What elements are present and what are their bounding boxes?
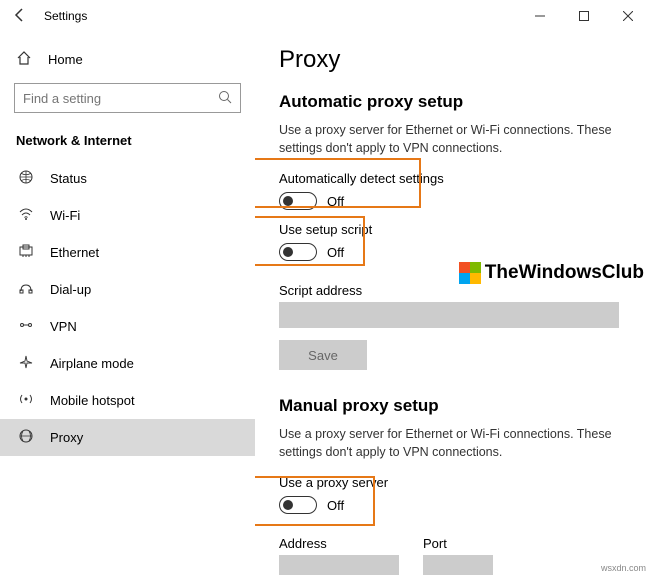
attribution: wsxdn.com bbox=[601, 563, 646, 573]
sidebar-item-airplane[interactable]: Airplane mode bbox=[0, 345, 255, 382]
ethernet-icon bbox=[16, 243, 36, 262]
port-label: Port bbox=[423, 536, 493, 551]
sidebar-item-label: Proxy bbox=[50, 430, 83, 445]
manual-section-desc: Use a proxy server for Ethernet or Wi-Fi… bbox=[279, 426, 639, 461]
script-address-input[interactable] bbox=[279, 302, 619, 328]
save-button[interactable]: Save bbox=[279, 340, 367, 370]
setup-script-toggle[interactable] bbox=[279, 243, 317, 261]
back-icon[interactable] bbox=[12, 7, 36, 26]
auto-section-desc: Use a proxy server for Ethernet or Wi-Fi… bbox=[279, 122, 639, 157]
sidebar-item-dialup[interactable]: Dial-up bbox=[0, 271, 255, 308]
sidebar-item-ethernet[interactable]: Ethernet bbox=[0, 234, 255, 271]
window-title: Settings bbox=[36, 9, 518, 23]
titlebar: Settings bbox=[0, 0, 650, 32]
sidebar-item-label: Airplane mode bbox=[50, 356, 134, 371]
use-proxy-state: Off bbox=[327, 498, 344, 513]
manual-section-heading: Manual proxy setup bbox=[279, 396, 640, 416]
minimize-button[interactable] bbox=[518, 0, 562, 32]
use-proxy-block: Use a proxy server Off bbox=[279, 475, 388, 514]
search-icon bbox=[218, 90, 232, 107]
watermark-text: TheWindowsClub bbox=[485, 262, 644, 284]
close-button[interactable] bbox=[606, 0, 650, 32]
setup-script-block: Use setup script Off bbox=[279, 222, 372, 261]
sidebar-item-status[interactable]: Status bbox=[0, 160, 255, 197]
dialup-icon bbox=[16, 280, 36, 299]
sidebar-home[interactable]: Home bbox=[0, 44, 255, 75]
sidebar-item-label: Dial-up bbox=[50, 282, 91, 297]
search-input[interactable] bbox=[23, 91, 218, 106]
address-input[interactable] bbox=[279, 555, 399, 575]
sidebar-item-label: Mobile hotspot bbox=[50, 393, 135, 408]
sidebar-item-label: VPN bbox=[50, 319, 77, 334]
sidebar-group-header: Network & Internet bbox=[0, 127, 255, 160]
proxy-icon bbox=[16, 428, 36, 447]
wifi-icon bbox=[16, 206, 36, 225]
home-icon bbox=[16, 50, 36, 69]
sidebar-item-proxy[interactable]: Proxy bbox=[0, 419, 255, 456]
windows-logo-icon bbox=[459, 262, 481, 284]
sidebar-item-vpn[interactable]: VPN bbox=[0, 308, 255, 345]
auto-detect-state: Off bbox=[327, 194, 344, 209]
watermark: TheWindowsClub bbox=[459, 262, 644, 284]
auto-detect-block: Automatically detect settings Off bbox=[279, 171, 444, 210]
address-label: Address bbox=[279, 536, 399, 551]
content-pane: Proxy Automatic proxy setup Use a proxy … bbox=[255, 32, 650, 575]
search-input-wrap[interactable] bbox=[14, 83, 241, 113]
vpn-icon bbox=[16, 317, 36, 336]
script-address-label: Script address bbox=[279, 283, 640, 298]
sidebar-item-hotspot[interactable]: Mobile hotspot bbox=[0, 382, 255, 419]
sidebar-item-label: Wi-Fi bbox=[50, 208, 80, 223]
auto-detect-label: Automatically detect settings bbox=[279, 171, 444, 186]
auto-section-heading: Automatic proxy setup bbox=[279, 92, 640, 112]
airplane-icon bbox=[16, 354, 36, 373]
use-proxy-toggle[interactable] bbox=[279, 496, 317, 514]
auto-detect-toggle[interactable] bbox=[279, 192, 317, 210]
setup-script-state: Off bbox=[327, 245, 344, 260]
sidebar: Home Network & Internet Status Wi-Fi Eth… bbox=[0, 32, 255, 575]
maximize-button[interactable] bbox=[562, 0, 606, 32]
sidebar-home-label: Home bbox=[48, 52, 83, 67]
hotspot-icon bbox=[16, 391, 36, 410]
setup-script-label: Use setup script bbox=[279, 222, 372, 237]
globe-icon bbox=[16, 169, 36, 188]
sidebar-item-label: Status bbox=[50, 171, 87, 186]
page-title: Proxy bbox=[279, 46, 640, 74]
sidebar-item-label: Ethernet bbox=[50, 245, 99, 260]
port-input[interactable] bbox=[423, 555, 493, 575]
use-proxy-label: Use a proxy server bbox=[279, 475, 388, 490]
sidebar-item-wifi[interactable]: Wi-Fi bbox=[0, 197, 255, 234]
